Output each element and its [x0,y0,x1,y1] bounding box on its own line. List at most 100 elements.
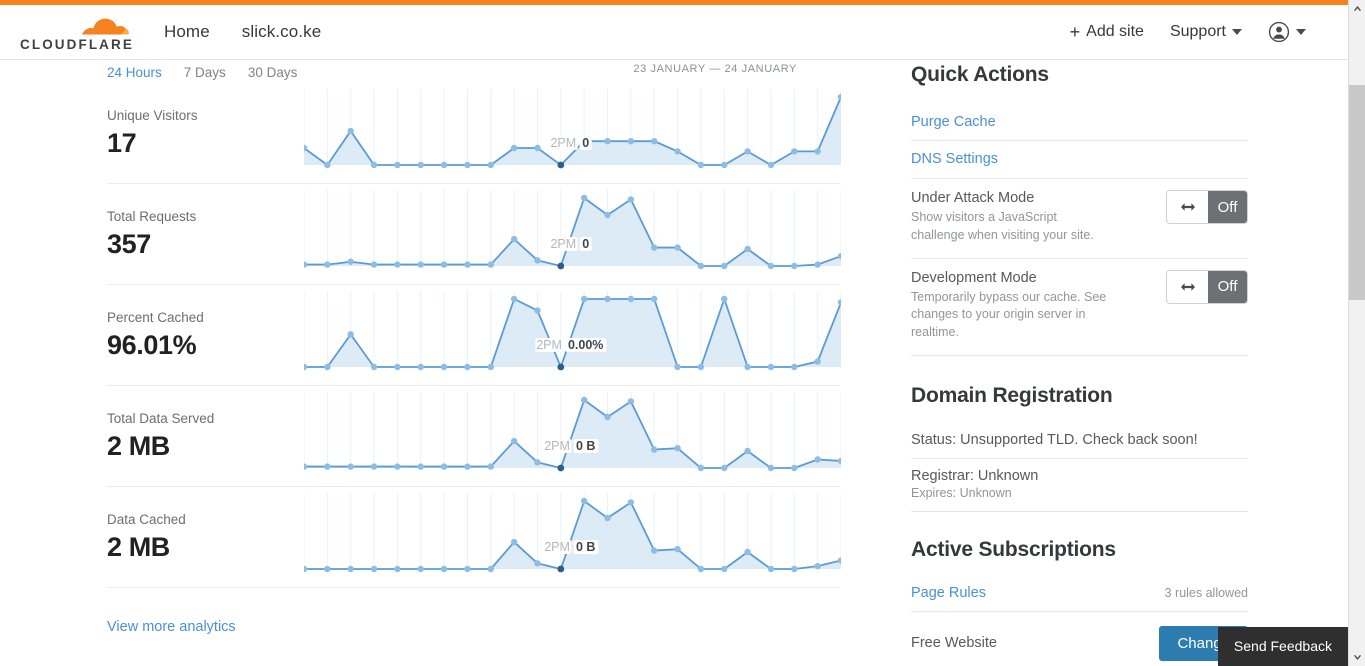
chart-data-point[interactable] [674,244,681,251]
chart-data-point[interactable] [534,144,541,152]
chart-data-point[interactable] [814,261,821,268]
chart-data-point[interactable] [674,363,681,371]
chart-data-point[interactable] [580,194,588,202]
chart-data-point[interactable] [510,235,518,243]
chart-data-point[interactable] [510,437,518,445]
metric-sparkline-chart[interactable]: 2PM 0 [304,188,841,280]
chart-data-point[interactable] [791,464,798,472]
chart-data-point[interactable] [721,464,728,472]
chart-data-point[interactable] [604,211,611,219]
chart-data-point[interactable] [370,565,378,573]
chart-data-point[interactable] [791,565,798,573]
chart-data-point[interactable] [651,547,658,554]
tab-7-days[interactable]: 7 Days [184,65,226,80]
chart-data-point[interactable] [580,295,588,303]
chart-data-point[interactable] [791,262,798,270]
metric-sparkline-chart[interactable]: 2PM 0 B [304,491,841,583]
chart-data-point[interactable] [791,363,798,371]
chart-data-point[interactable] [604,295,611,303]
chart-data-point[interactable] [324,261,331,268]
chart-data-point[interactable] [487,161,494,169]
chart-data-point[interactable] [604,514,611,522]
chart-data-point[interactable] [394,161,401,169]
nav-item-home[interactable]: Home [164,22,210,42]
chart-data-point[interactable] [304,463,308,470]
chart-data-point[interactable] [557,161,565,169]
chart-data-point[interactable] [487,463,494,470]
chart-data-point[interactable] [721,262,728,270]
chart-data-point[interactable] [440,565,448,573]
chart-data-point[interactable] [767,262,775,270]
chart-data-point[interactable] [534,459,541,466]
chart-data-point[interactable] [580,497,588,505]
chart-data-point[interactable] [627,398,635,405]
view-more-analytics-link[interactable]: View more analytics [107,619,236,635]
chart-data-point[interactable] [651,446,658,453]
chart-data-point[interactable] [814,358,821,365]
chart-data-point[interactable] [837,93,841,101]
chart-data-point[interactable] [651,138,658,145]
chart-data-point[interactable] [417,363,424,371]
chart-data-point[interactable] [534,560,541,567]
chart-data-point[interactable] [440,363,448,371]
chart-data-point[interactable] [721,161,728,169]
chart-data-point[interactable] [370,463,378,470]
chart-data-point[interactable] [697,262,705,270]
chart-data-point[interactable] [304,261,308,268]
chart-data-point[interactable] [814,456,821,463]
chart-data-point[interactable] [487,261,494,268]
development-mode-toggle[interactable]: Off [1166,269,1248,304]
scroll-down-button[interactable] [1349,649,1365,666]
chart-data-point[interactable] [557,262,565,270]
chart-data-point[interactable] [510,538,518,546]
chart-data-point[interactable] [674,148,681,155]
chart-data-point[interactable] [510,295,518,303]
send-feedback-tab[interactable]: Send Feedback [1217,627,1348,666]
chart-data-point[interactable] [674,545,681,553]
chart-data-point[interactable] [324,363,331,371]
chart-data-point[interactable] [697,464,705,472]
chart-data-point[interactable] [627,295,635,303]
chart-data-point[interactable] [744,548,751,556]
chart-data-point[interactable] [627,196,635,203]
chart-data-point[interactable] [324,463,331,470]
chart-data-point[interactable] [674,444,681,452]
chart-data-point[interactable] [697,565,705,573]
page-scrollbar[interactable] [1348,0,1365,666]
chart-data-point[interactable] [370,363,378,371]
chart-data-point[interactable] [767,464,775,472]
chart-data-point[interactable] [534,257,541,264]
chart-data-point[interactable] [347,463,354,470]
chart-data-point[interactable] [417,261,424,268]
chart-data-point[interactable] [534,307,541,314]
chart-data-point[interactable] [744,363,751,371]
chart-data-point[interactable] [464,161,471,169]
chart-data-point[interactable] [464,463,471,470]
chart-data-point[interactable] [464,565,471,573]
chart-data-point[interactable] [417,161,424,169]
chart-data-point[interactable] [627,138,635,145]
chart-data-point[interactable] [324,161,331,169]
chart-data-point[interactable] [394,463,401,470]
nav-item-site[interactable]: slick.co.ke [242,22,322,42]
chart-data-point[interactable] [627,499,635,506]
chart-data-point[interactable] [464,363,471,371]
purge-cache-row[interactable]: Purge Cache [911,87,1248,141]
scroll-up-button[interactable] [1349,0,1365,17]
chart-data-point[interactable] [744,148,751,155]
chart-data-point[interactable] [464,261,471,268]
chart-data-point[interactable] [304,565,308,573]
chart-data-point[interactable] [394,565,401,573]
chart-data-point[interactable] [440,463,448,470]
chart-data-point[interactable] [651,295,658,303]
chart-data-point[interactable] [604,138,611,145]
chart-data-point[interactable] [370,261,378,268]
chart-data-point[interactable] [721,565,728,573]
chart-data-point[interactable] [394,261,401,268]
chart-data-point[interactable] [697,161,705,169]
chart-data-point[interactable] [791,148,798,155]
chart-data-point[interactable] [370,161,378,169]
chart-data-point[interactable] [487,565,494,573]
chart-data-point[interactable] [347,127,354,135]
chart-data-point[interactable] [580,138,588,145]
